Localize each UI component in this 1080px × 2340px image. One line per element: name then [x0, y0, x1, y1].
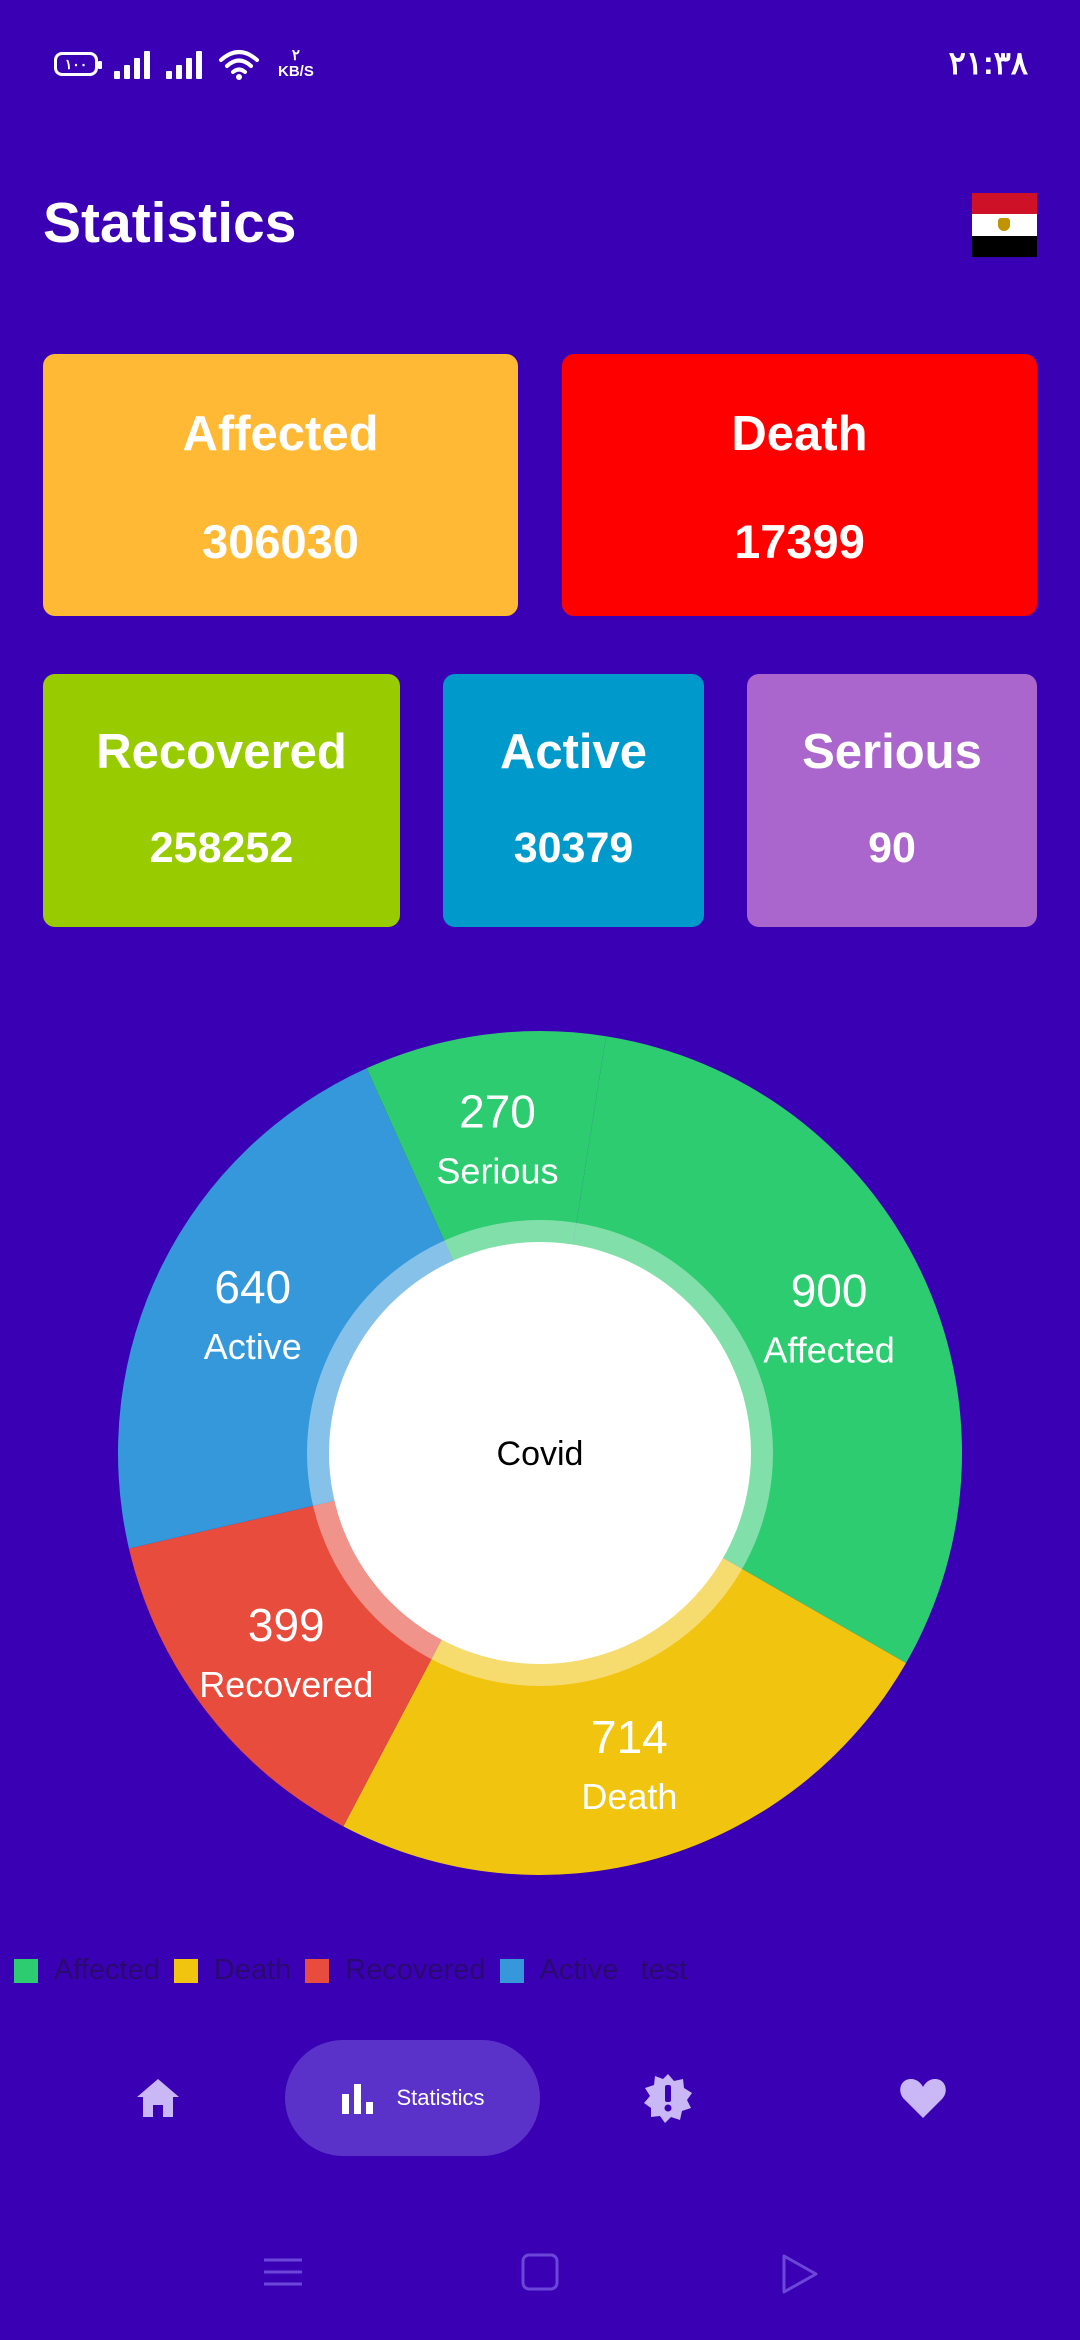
affected-card: Affected 306030 — [43, 354, 518, 616]
death-label: Death — [731, 407, 868, 461]
serious-label: Serious — [802, 725, 982, 779]
slice-name-label: Recovered — [199, 1664, 373, 1705]
status-bar: ١٠٠ ٢ KB/S ٢١:٣٨ — [0, 0, 1080, 130]
bar-chart-icon — [342, 2084, 374, 2114]
recovered-value: 258252 — [149, 824, 294, 872]
active-card: Active 30379 — [443, 674, 704, 927]
slice-name-label: Active — [204, 1326, 302, 1367]
nav-statistics-label: Statistics — [396, 2085, 485, 2110]
active-label: Active — [499, 725, 648, 779]
nav-home[interactable] — [110, 2040, 206, 2156]
slice-value-label: 714 — [591, 1711, 668, 1763]
nav-statistics[interactable]: Statistics — [285, 2040, 540, 2156]
recovered-card: Recovered 258252 — [43, 674, 400, 927]
nav-alerts[interactable] — [620, 2040, 716, 2156]
signal-icon — [166, 49, 202, 79]
heart-icon — [900, 2079, 946, 2118]
square-home-icon[interactable] — [520, 2252, 560, 2292]
slice-value-label: 900 — [791, 1265, 868, 1317]
network-speed-unit: KB/S — [278, 63, 314, 80]
home-icon — [137, 2079, 179, 2117]
affected-value: 306030 — [202, 515, 359, 568]
nav-favorites[interactable] — [875, 2040, 971, 2156]
bottom-nav: Statistics — [0, 2040, 1080, 2170]
donut-chart[interactable]: 900 Affected 714 Death 399 Recovered 640 Active… — [0, 1020, 1080, 1900]
serious-card: Serious 90 — [747, 674, 1037, 927]
legend-label: Death — [213, 1954, 292, 1986]
legend-item: Active — [499, 1954, 619, 1987]
signal-icon — [114, 49, 150, 79]
legend-item: Death — [173, 1954, 292, 1987]
slice-value-label: 640 — [214, 1261, 291, 1313]
slice-value-label: 270 — [459, 1085, 536, 1137]
wifi-icon — [219, 50, 259, 80]
legend-label: Recovered — [345, 1954, 486, 1986]
serious-value: 90 — [868, 824, 916, 872]
slice-name-label: Death — [581, 1776, 677, 1817]
death-card: Death 17399 — [562, 354, 1037, 616]
page-title: Statistics — [43, 191, 297, 255]
network-speed-value: ٢ — [291, 47, 300, 64]
active-value: 30379 — [513, 824, 634, 872]
battery-icon: ١٠٠ — [54, 52, 102, 76]
legend-item: Recovered — [305, 1954, 486, 1987]
legend-swatch — [14, 1958, 38, 1983]
recovered-label: Recovered — [96, 725, 347, 779]
legend-swatch — [305, 1958, 330, 1983]
chart-legend: Affected Death Recovered Active test — [14, 1954, 687, 1987]
slice-value-label: 399 — [248, 1599, 325, 1651]
system-nav — [0, 2230, 1080, 2340]
legend-label: Affected — [54, 1954, 160, 1986]
legend-item: Affected — [14, 1954, 160, 1987]
egypt-flag-icon[interactable] — [972, 193, 1037, 257]
triangle-back-icon[interactable] — [780, 2252, 820, 2296]
status-icons: ١٠٠ ٢ KB/S — [54, 48, 314, 80]
network-speed: ٢ KB/S — [278, 48, 314, 80]
legend-extra-text: test — [640, 1954, 688, 1986]
slice-name-label: Serious — [436, 1150, 558, 1191]
chart-center-text: Covid — [497, 1435, 584, 1473]
legend-swatch — [173, 1958, 198, 1983]
clock: ٢١:٣٨ — [948, 45, 1028, 81]
menu-icon[interactable] — [262, 2252, 304, 2292]
battery-level: ١٠٠ — [64, 55, 88, 72]
legend-swatch — [499, 1958, 524, 1983]
death-value: 17399 — [734, 515, 865, 568]
slice-name-label: Affected — [763, 1330, 894, 1371]
legend-label: Active — [539, 1954, 619, 1986]
affected-label: Affected — [182, 407, 379, 461]
alert-badge-icon — [644, 2074, 692, 2123]
